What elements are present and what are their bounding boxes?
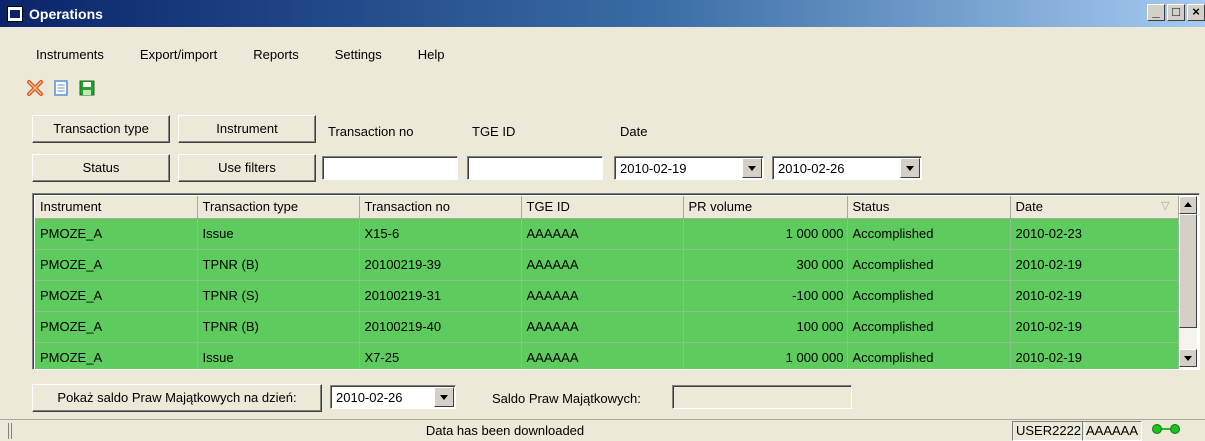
instrument-button[interactable]: Instrument	[178, 115, 316, 143]
column-pr-volume[interactable]: PR volume	[683, 196, 848, 219]
toolbar	[26, 79, 96, 97]
transaction-no-label: Transaction no	[328, 124, 414, 139]
cell-date: 2010-02-19	[1010, 342, 1179, 369]
close-button[interactable]: ×	[1187, 4, 1205, 21]
title-bar: Operations _ □ ×	[0, 0, 1205, 27]
cell-instrument: PMOZE_A	[35, 280, 198, 312]
date-label: Date	[620, 124, 648, 139]
balance-date-value: 2010-02-26	[336, 390, 403, 405]
menu-export-import[interactable]: Export/import	[116, 44, 229, 66]
document-icon[interactable]	[52, 79, 70, 97]
status-bar: Data has been downloaded USER2222 AAAAAA	[0, 419, 1205, 441]
delete-icon[interactable]	[26, 79, 44, 97]
date-to-select[interactable]: 2010-02-26	[772, 156, 922, 180]
cell-pr-volume: 1 000 000	[683, 342, 848, 369]
balance-output	[672, 385, 852, 409]
minimize-button[interactable]: _	[1147, 4, 1165, 21]
cell-tge-id: AAAAAA	[521, 249, 684, 281]
date-from-value: 2010-02-19	[620, 161, 687, 176]
cell-status: Accomplished	[847, 311, 1011, 343]
status-user: USER2222	[1012, 421, 1086, 441]
cell-instrument: PMOZE_A	[35, 311, 198, 343]
column-status[interactable]: Status	[847, 196, 1011, 219]
balance-date-select[interactable]: 2010-02-26	[330, 385, 456, 409]
cell-instrument: PMOZE_A	[35, 218, 198, 250]
cell-date: 2010-02-19	[1010, 311, 1179, 343]
operations-table: Instrument Transaction type Transaction …	[35, 196, 1179, 369]
window-title: Operations	[29, 5, 103, 22]
table-row[interactable]: PMOZE_A Issue X15-6 AAAAAA 1 000 000 Acc…	[35, 218, 1179, 250]
column-transaction-type[interactable]: Transaction type	[197, 196, 360, 219]
cell-transaction-type: TPNR (S)	[197, 280, 360, 312]
menu-reports[interactable]: Reports	[229, 44, 311, 66]
show-balance-button[interactable]: Pokaż saldo Praw Majątkowych na dzień:	[32, 384, 322, 412]
cell-date: 2010-02-19	[1010, 249, 1179, 281]
chevron-down-icon[interactable]	[742, 158, 762, 178]
menu-settings[interactable]: Settings	[311, 44, 394, 66]
app-icon	[7, 5, 23, 22]
table-header-row: Instrument Transaction type Transaction …	[35, 196, 1179, 219]
cell-instrument: PMOZE_A	[35, 342, 198, 369]
maximize-button[interactable]: □	[1167, 4, 1185, 21]
table-row[interactable]: PMOZE_A TPNR (B) 20100219-39 AAAAAA 300 …	[35, 249, 1179, 281]
table-row[interactable]: PMOZE_A Issue X7-25 AAAAAA 1 000 000 Acc…	[35, 342, 1179, 369]
vertical-scrollbar[interactable]	[1179, 196, 1197, 367]
cell-status: Accomplished	[847, 342, 1011, 369]
chevron-down-icon[interactable]	[900, 158, 920, 178]
scroll-down-button[interactable]	[1179, 349, 1197, 367]
menu-bar: Instruments Export/import Reports Settin…	[0, 44, 457, 66]
cell-status: Accomplished	[847, 218, 1011, 250]
cell-status: Accomplished	[847, 280, 1011, 312]
connection-status-icon	[1152, 424, 1180, 434]
scroll-thumb[interactable]	[1179, 214, 1197, 328]
table-row[interactable]: PMOZE_A TPNR (S) 20100219-31 AAAAAA -100…	[35, 280, 1179, 312]
window-controls: _ □ ×	[1147, 4, 1205, 21]
column-tge-id[interactable]: TGE ID	[521, 196, 684, 219]
cell-transaction-no: X15-6	[359, 218, 522, 250]
cell-tge-id: AAAAAA	[521, 218, 684, 250]
cell-transaction-type: Issue	[197, 342, 360, 369]
save-icon[interactable]	[78, 79, 96, 97]
column-transaction-no[interactable]: Transaction no	[359, 196, 522, 219]
sort-desc-icon: ▽	[1161, 200, 1170, 213]
table-row[interactable]: PMOZE_A TPNR (B) 20100219-40 AAAAAA 100 …	[35, 311, 1179, 343]
cell-pr-volume: 1 000 000	[683, 218, 848, 250]
cell-instrument: PMOZE_A	[35, 249, 198, 281]
transaction-type-button[interactable]: Transaction type	[32, 115, 170, 143]
cell-transaction-type: TPNR (B)	[197, 249, 360, 281]
menu-instruments[interactable]: Instruments	[0, 44, 116, 66]
cell-transaction-type: TPNR (B)	[197, 311, 360, 343]
balance-label: Saldo Praw Majątkowych:	[492, 391, 641, 406]
column-date-label: Date	[1015, 199, 1043, 215]
cell-transaction-no: X7-25	[359, 342, 522, 369]
cell-transaction-no: 20100219-39	[359, 249, 522, 281]
tge-id-label: TGE ID	[472, 124, 516, 139]
date-to-value: 2010-02-26	[778, 161, 845, 176]
column-date[interactable]: Date ▽	[1010, 196, 1179, 219]
cell-transaction-no: 20100219-40	[359, 311, 522, 343]
cell-date: 2010-02-23	[1010, 218, 1179, 250]
status-tge-id: AAAAAA	[1082, 421, 1143, 441]
chevron-down-icon[interactable]	[434, 387, 454, 407]
cell-transaction-no: 20100219-31	[359, 280, 522, 312]
cell-pr-volume: 100 000	[683, 311, 848, 343]
cell-tge-id: AAAAAA	[521, 280, 684, 312]
cell-pr-volume: -100 000	[683, 280, 848, 312]
cell-date: 2010-02-19	[1010, 280, 1179, 312]
cell-tge-id: AAAAAA	[521, 311, 684, 343]
menu-help[interactable]: Help	[394, 44, 457, 66]
cell-status: Accomplished	[847, 249, 1011, 281]
status-button[interactable]: Status	[32, 154, 170, 182]
scroll-up-button[interactable]	[1179, 196, 1197, 214]
cell-transaction-type: Issue	[197, 218, 360, 250]
transaction-no-input[interactable]	[322, 156, 458, 180]
cell-tge-id: AAAAAA	[521, 342, 684, 369]
cell-pr-volume: 300 000	[683, 249, 848, 281]
status-message: Data has been downloaded	[425, 423, 585, 438]
column-instrument[interactable]: Instrument	[35, 196, 198, 219]
operations-grid: Instrument Transaction type Transaction …	[32, 193, 1200, 370]
use-filters-button[interactable]: Use filters	[178, 154, 316, 182]
tge-id-input[interactable]	[467, 156, 603, 180]
date-from-select[interactable]: 2010-02-19	[614, 156, 764, 180]
